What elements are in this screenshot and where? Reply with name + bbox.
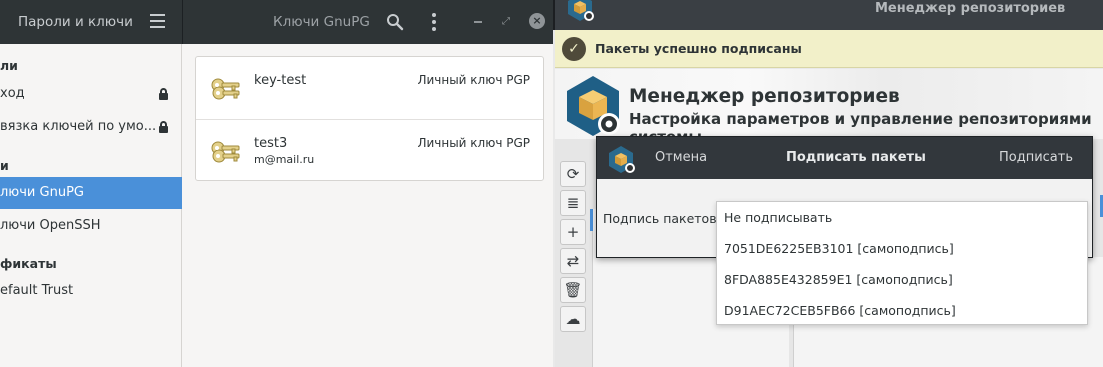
key-email: m@mail.ru <box>254 153 315 166</box>
key-row[interactable]: test3 m@mail.ru Личный ключ PGP <box>196 119 543 181</box>
dropdown-option[interactable]: 8FDA885E432859E1 [самоподпись] <box>717 264 1087 295</box>
minimize-icon[interactable] <box>474 21 482 23</box>
seahorse-window: Пароли и ключи Ключи GnuPG ⤢ × ли ход вя… <box>0 0 553 367</box>
signature-field-label: Подпись пакетов: <box>603 211 721 226</box>
sidebar-item-login[interactable]: ход <box>0 78 182 110</box>
app-icon <box>568 0 594 21</box>
more-options-icon[interactable] <box>432 13 436 31</box>
banner-message: Пакеты успешно подписаны <box>595 41 802 56</box>
sidebar-section-keys: и <box>0 158 9 173</box>
database-icon[interactable]: ≣ <box>560 190 586 216</box>
key-list: key-test Личный ключ PGP test3 m@mail.ru… <box>195 56 544 181</box>
repository-logo-icon <box>567 76 620 136</box>
key-icon <box>211 78 240 100</box>
hero-title: Менеджер репозиториев <box>629 86 900 107</box>
cancel-button[interactable]: Отмена <box>655 150 707 165</box>
signature-dropdown-popup: Не подписывать 7051DE6225EB3101 [самопод… <box>716 201 1088 325</box>
sidebar-section-certificates: фикаты <box>0 256 57 271</box>
app-icon <box>609 146 635 173</box>
repo-manager-titlebar: Менеджер репозиториев <box>553 0 1103 30</box>
seahorse-headerbar: Пароли и ключи Ключи GnuPG ⤢ × <box>0 0 553 44</box>
sidebar-item-label: ход <box>0 86 25 101</box>
refresh-icon[interactable]: ⟳ <box>560 161 586 187</box>
sidebar-item-label: efault Trust <box>0 283 74 298</box>
sidebar-item-gnupg-keys[interactable]: лючи GnuPG <box>0 177 182 209</box>
sidebar: ли ход вязка ключей по умо... и лючи Gnu… <box>0 44 182 367</box>
window-title: Менеджер репозиториев <box>875 1 1066 16</box>
key-row[interactable]: key-test Личный ключ PGP <box>196 57 543 119</box>
sidebar-item-openssh-keys[interactable]: лючи OpenSSH <box>0 210 182 242</box>
sidebar-section-passwords: ли <box>0 58 18 73</box>
key-icon <box>211 141 240 163</box>
sidebar-item-label: вязка ключей по умо... <box>0 119 157 134</box>
key-type: Личный ключ PGP <box>417 73 530 87</box>
view-title: Ключи GnuPG <box>273 14 370 30</box>
dialog-title: Подписать пакеты <box>786 150 926 165</box>
key-name: key-test <box>254 73 307 88</box>
swap-icon[interactable]: ⇄ <box>560 248 586 274</box>
trash-icon[interactable]: 🗑 <box>560 277 586 303</box>
lock-icon <box>159 88 168 100</box>
dropdown-option[interactable]: D91AEC72CEB5FB66 [самоподпись] <box>717 295 1087 326</box>
close-icon[interactable]: × <box>529 13 545 29</box>
header-separator <box>182 0 183 44</box>
sidebar-item-label: лючи GnuPG <box>0 185 84 200</box>
hamburger-menu-icon[interactable] <box>150 14 165 28</box>
sidebar-item-label: лючи OpenSSH <box>0 218 101 233</box>
maximize-icon[interactable]: ⤢ <box>502 16 512 27</box>
search-icon[interactable] <box>386 13 404 31</box>
selection-accent <box>590 209 593 231</box>
key-type: Личный ключ PGP <box>417 136 530 150</box>
checkmark-icon: ✓ <box>562 37 586 61</box>
dialog-headerbar: Отмена Подписать пакеты Подписать <box>597 137 1092 179</box>
success-banner: ✓ Пакеты успешно подписаны <box>555 30 1103 68</box>
sidebar-item-default-keyring[interactable]: вязка ключей по умо... <box>0 111 182 143</box>
lock-icon <box>159 121 168 133</box>
sidebar-item-default-trust[interactable]: efault Trust <box>0 275 182 307</box>
sign-button[interactable]: Подписать <box>999 150 1073 165</box>
dropdown-option[interactable]: Не подписывать <box>717 202 1087 233</box>
dropdown-option[interactable]: 7051DE6225EB3101 [самоподпись] <box>717 233 1087 264</box>
key-name: test3 <box>254 136 288 151</box>
plus-icon[interactable]: + <box>560 219 586 245</box>
vertical-toolbar: ⟳ ≣ + ⇄ 🗑 ☁ <box>560 161 588 341</box>
cloud-upload-icon[interactable]: ☁ <box>560 306 586 332</box>
app-title: Пароли и ключи <box>18 14 133 30</box>
hero-header: Менеджер репозиториев Настройка параметр… <box>555 69 1103 146</box>
key-list-pane: key-test Личный ключ PGP test3 m@mail.ru… <box>183 44 553 367</box>
